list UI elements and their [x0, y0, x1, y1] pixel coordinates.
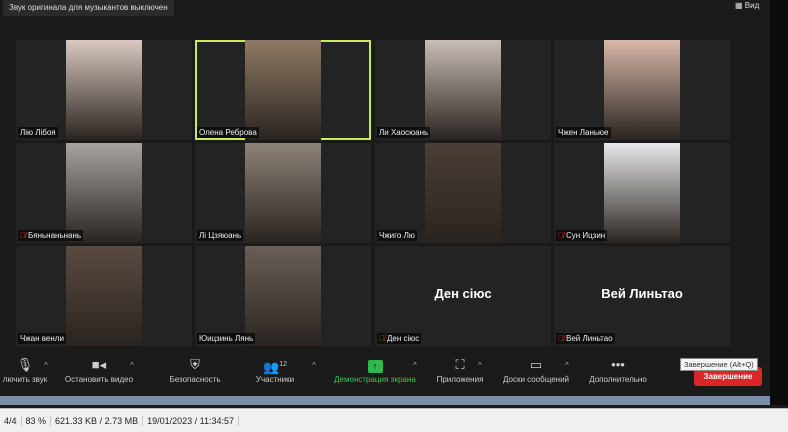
participant-video	[66, 40, 142, 140]
participant-video	[245, 40, 321, 140]
muted-mic-icon: 🎙̸	[558, 231, 564, 240]
participant-name-label: Лі Цзяюань	[197, 230, 244, 241]
participant-video	[245, 143, 321, 243]
participant-tile[interactable]: Лі Цзяюань	[195, 143, 371, 243]
muted-mic-icon: 🎙̸	[20, 231, 26, 240]
zoom-level: 83 %	[22, 415, 52, 426]
participant-tile[interactable]: Лію Лібоя	[16, 40, 192, 140]
window-edge	[770, 0, 788, 405]
music-audio-banner: Звук оригинала для музыкантов выключен	[3, 0, 174, 16]
microphone-icon: 🎙	[16, 357, 34, 372]
participant-tile[interactable]: Вей Линьтао 🎙̸ Вей Линьтао	[554, 246, 730, 346]
meeting-toolbar: 🎙 лючить звук ^ ■◂ Остановить видео ^ ⛨ Без…	[0, 355, 770, 396]
participant-tile[interactable]: Юицзинь Лянь	[195, 246, 371, 346]
share-arrow-icon: ↑	[367, 360, 383, 373]
participant-name-label: Лію Лібоя	[18, 127, 58, 138]
participant-video	[245, 246, 321, 346]
participants-icon: 👥	[263, 359, 280, 375]
zoom-meeting-window: Звук оригинала для музыкантов выключен ▦…	[0, 0, 770, 396]
participant-video	[604, 143, 680, 243]
participant-big-name: Вей Линьтао	[601, 286, 683, 301]
more-button[interactable]: ••• Дополнительно	[582, 355, 654, 384]
participant-name-label: 🎙̸ Сун Ицзин	[556, 230, 608, 241]
participant-tile[interactable]: Чжен Ланьюе	[554, 40, 730, 140]
whiteboard-options-caret[interactable]: ^	[565, 361, 569, 370]
participant-name-label: 🎙̸ Бяньнаньнань	[18, 230, 84, 241]
participant-name-label: 🎙̸ Вей Линьтао	[556, 333, 615, 344]
view-button[interactable]: ▦ Вид	[735, 1, 759, 10]
participant-name-label: Ли Хаосюань	[377, 127, 431, 138]
participant-tile[interactable]: 🎙̸ Сун Ицзин	[554, 143, 730, 243]
muted-mic-icon: 🎙̸	[558, 334, 564, 343]
file-size: 621.33 KB / 2.73 MB	[51, 415, 144, 426]
stop-video-button[interactable]: ■◂ Остановить видео	[58, 355, 140, 384]
participants-options-caret[interactable]: ^	[312, 361, 316, 370]
participant-tile[interactable]: 🎙̸ Бяньнаньнань	[16, 143, 192, 243]
participant-tile[interactable]: Чжан венли	[16, 246, 192, 346]
participant-name-label: Чжан венли	[18, 333, 66, 344]
file-datetime: 19/01/2023 / 11:34:57	[143, 415, 240, 426]
share-screen-button[interactable]: ↑ Демонстрация экрана	[326, 355, 424, 384]
grid-icon: ▦	[735, 1, 745, 10]
viewer-status-bar: 4/4 83 % 621.33 KB / 2.73 MB 19/01/2023 …	[0, 408, 788, 432]
muted-mic-icon: 🎙̸	[379, 334, 385, 343]
audio-options-caret[interactable]: ^	[44, 361, 48, 370]
video-options-caret[interactable]: ^	[130, 361, 134, 370]
share-options-caret[interactable]: ^	[413, 361, 417, 370]
participant-video	[425, 40, 501, 140]
participant-tile[interactable]: Чжиго Лю	[375, 143, 551, 243]
participant-big-name: Ден сіюс	[434, 286, 492, 301]
participants-button[interactable]: 👥12 Участники	[250, 355, 300, 384]
security-button[interactable]: ⛨ Безопасность	[160, 355, 230, 384]
participant-name-label: Олена Реброва	[197, 127, 259, 138]
participant-name-label: Чжиго Лю	[377, 230, 417, 241]
participant-video	[425, 143, 501, 243]
camera-icon: ■◂	[91, 357, 107, 372]
apps-options-caret[interactable]: ^	[478, 361, 482, 370]
more-dots-icon: •••	[611, 357, 625, 372]
participant-name-label: 🎙̸ Ден сіюс	[377, 333, 422, 344]
participant-tile[interactable]: Ли Хаосюань	[375, 40, 551, 140]
participant-video	[66, 246, 142, 346]
shield-icon: ⛨	[190, 357, 200, 372]
end-tooltip: Завершение (Alt+Q)	[680, 358, 758, 371]
participant-video	[604, 40, 680, 140]
windows-taskbar	[0, 396, 770, 405]
participant-name-label: Чжен Ланьюе	[556, 127, 611, 138]
participant-tile[interactable]: Ден сіюс 🎙̸ Ден сіюс	[375, 246, 551, 346]
mute-button[interactable]: 🎙 лючить звук	[0, 355, 50, 384]
page-indicator: 4/4	[0, 415, 22, 426]
participant-name-label: Юицзинь Лянь	[197, 333, 256, 344]
participant-video	[66, 143, 142, 243]
participant-tile[interactable]: Олена Реброва	[195, 40, 371, 140]
